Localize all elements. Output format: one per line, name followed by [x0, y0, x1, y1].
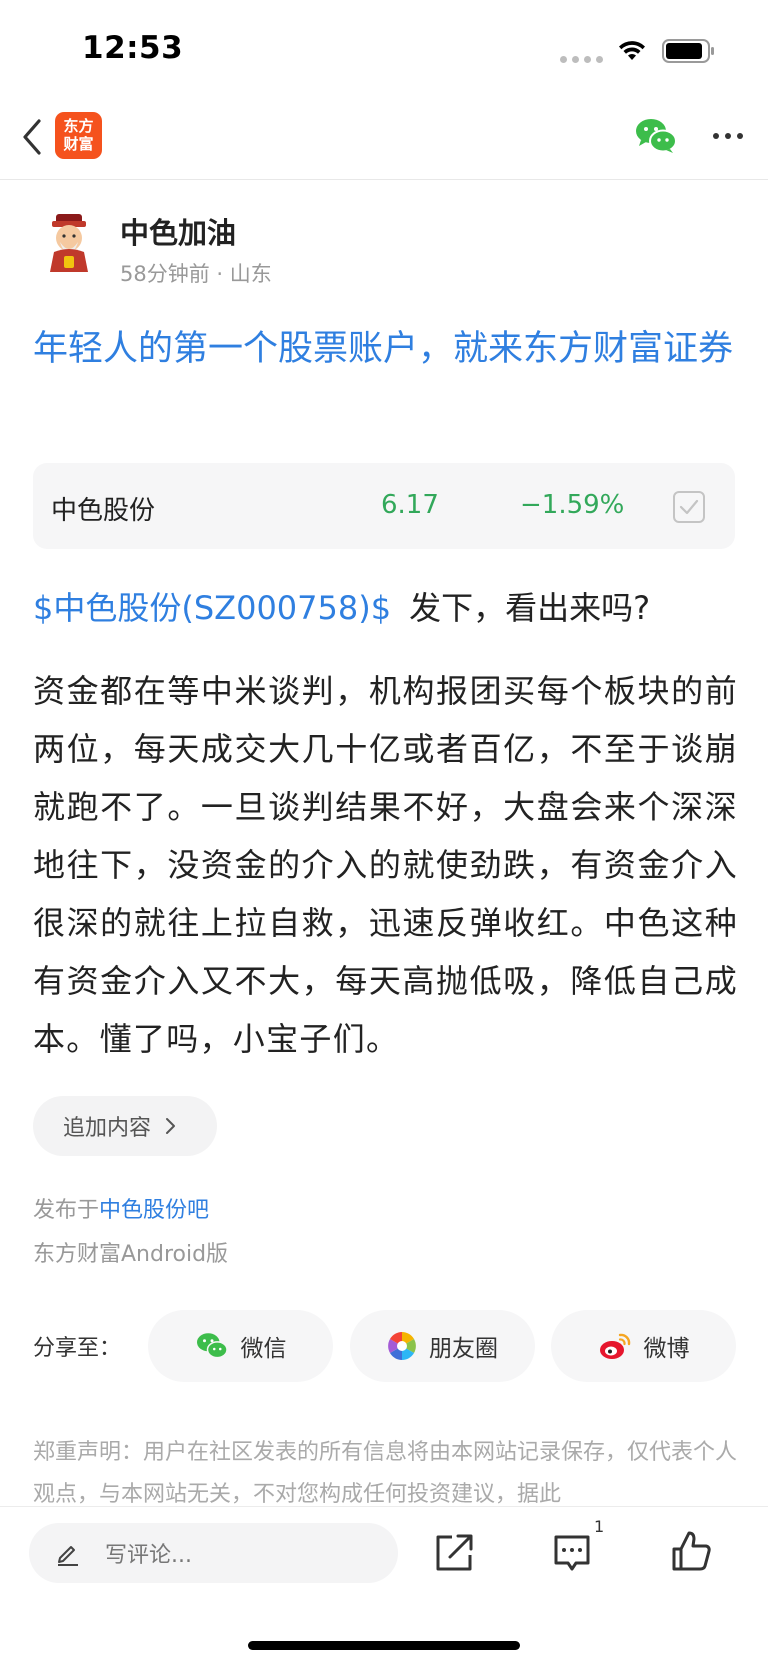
- moments-icon: [388, 1332, 416, 1360]
- disclaimer: 郑重声明：用户在社区发表的所有信息将由本网站记录保存，仅代表个人观点，与本网站无…: [33, 1440, 738, 1507]
- share-moments-button[interactable]: 朋友圈: [350, 1310, 535, 1382]
- watchlist-check-icon[interactable]: [673, 491, 705, 523]
- more-options-button[interactable]: [706, 116, 750, 156]
- share-weibo-button[interactable]: 微博: [551, 1310, 736, 1382]
- cellular-signal-icon: [560, 56, 603, 63]
- published-prefix: 发布于: [33, 1198, 100, 1223]
- wechat-icon[interactable]: [634, 116, 678, 156]
- stock-price: 6.17: [381, 490, 439, 520]
- comment-placeholder: 写评论...: [105, 1543, 192, 1568]
- share-wechat-button[interactable]: 微信: [148, 1310, 333, 1382]
- stock-change: −1.59%: [520, 490, 625, 520]
- share-icon[interactable]: [432, 1531, 476, 1575]
- share-weibo-label: 微博: [643, 1336, 690, 1362]
- stock-name: 中色股份: [51, 496, 156, 526]
- post-body: 资金都在等中米谈判，机构报团买每个板块的前两位，每天成交大几十亿或者百亿，不至于…: [33, 672, 738, 1058]
- share-moments-label: 朋友圈: [429, 1336, 498, 1362]
- author-name[interactable]: 中色加油: [120, 210, 236, 252]
- post-first-line-text: 发下，看出来吗?: [409, 589, 651, 627]
- wifi-icon: [619, 41, 645, 60]
- author-avatar[interactable]: [40, 212, 98, 272]
- weibo-icon: [599, 1333, 630, 1359]
- pencil-icon: [58, 1546, 78, 1566]
- post-title[interactable]: 年轻人的第一个股票账户，就来东方财富证券: [33, 322, 733, 376]
- stock-quote-card[interactable]: 中色股份 6.17 −1.59%: [33, 463, 735, 549]
- back-button[interactable]: [14, 114, 50, 160]
- chevron-right-icon: [166, 1118, 176, 1134]
- published-in: 发布于中色股份吧: [33, 1192, 209, 1224]
- chevron-left-icon: [23, 119, 41, 155]
- share-wechat-label: 微信: [240, 1336, 287, 1362]
- nav-bar: 东方 财富: [0, 100, 768, 180]
- append-content-button[interactable]: 追加内容: [33, 1096, 217, 1156]
- client-source: 东方财富Android版: [33, 1242, 229, 1267]
- stock-bar-link[interactable]: 中色股份吧: [99, 1198, 209, 1223]
- status-time: 12:53: [82, 30, 184, 66]
- comment-icon[interactable]: [552, 1533, 592, 1573]
- comment-count: 1: [594, 1517, 605, 1536]
- status-bar: 12:53: [0, 0, 768, 100]
- battery-icon: [662, 39, 714, 63]
- bottom-action-bar: 写评论... 1: [0, 1506, 768, 1663]
- share-label: 分享至：: [33, 1336, 122, 1361]
- app-logo-line1: 东方: [63, 117, 94, 135]
- app-logo-line2: 财富: [63, 135, 94, 153]
- home-indicator: [248, 1641, 520, 1650]
- comment-input[interactable]: 写评论...: [29, 1523, 398, 1583]
- post-meta: 58分钟前 · 山东: [120, 262, 272, 286]
- app-logo[interactable]: 东方 财富: [55, 112, 102, 159]
- stock-tag-link[interactable]: $中色股份(SZ000758)$: [33, 589, 391, 627]
- post-first-line: $中色股份(SZ000758)$ 发下，看出来吗?: [33, 584, 650, 632]
- wechat-icon: [196, 1333, 228, 1359]
- like-icon[interactable]: [670, 1529, 712, 1573]
- append-content-label: 追加内容: [63, 1116, 152, 1141]
